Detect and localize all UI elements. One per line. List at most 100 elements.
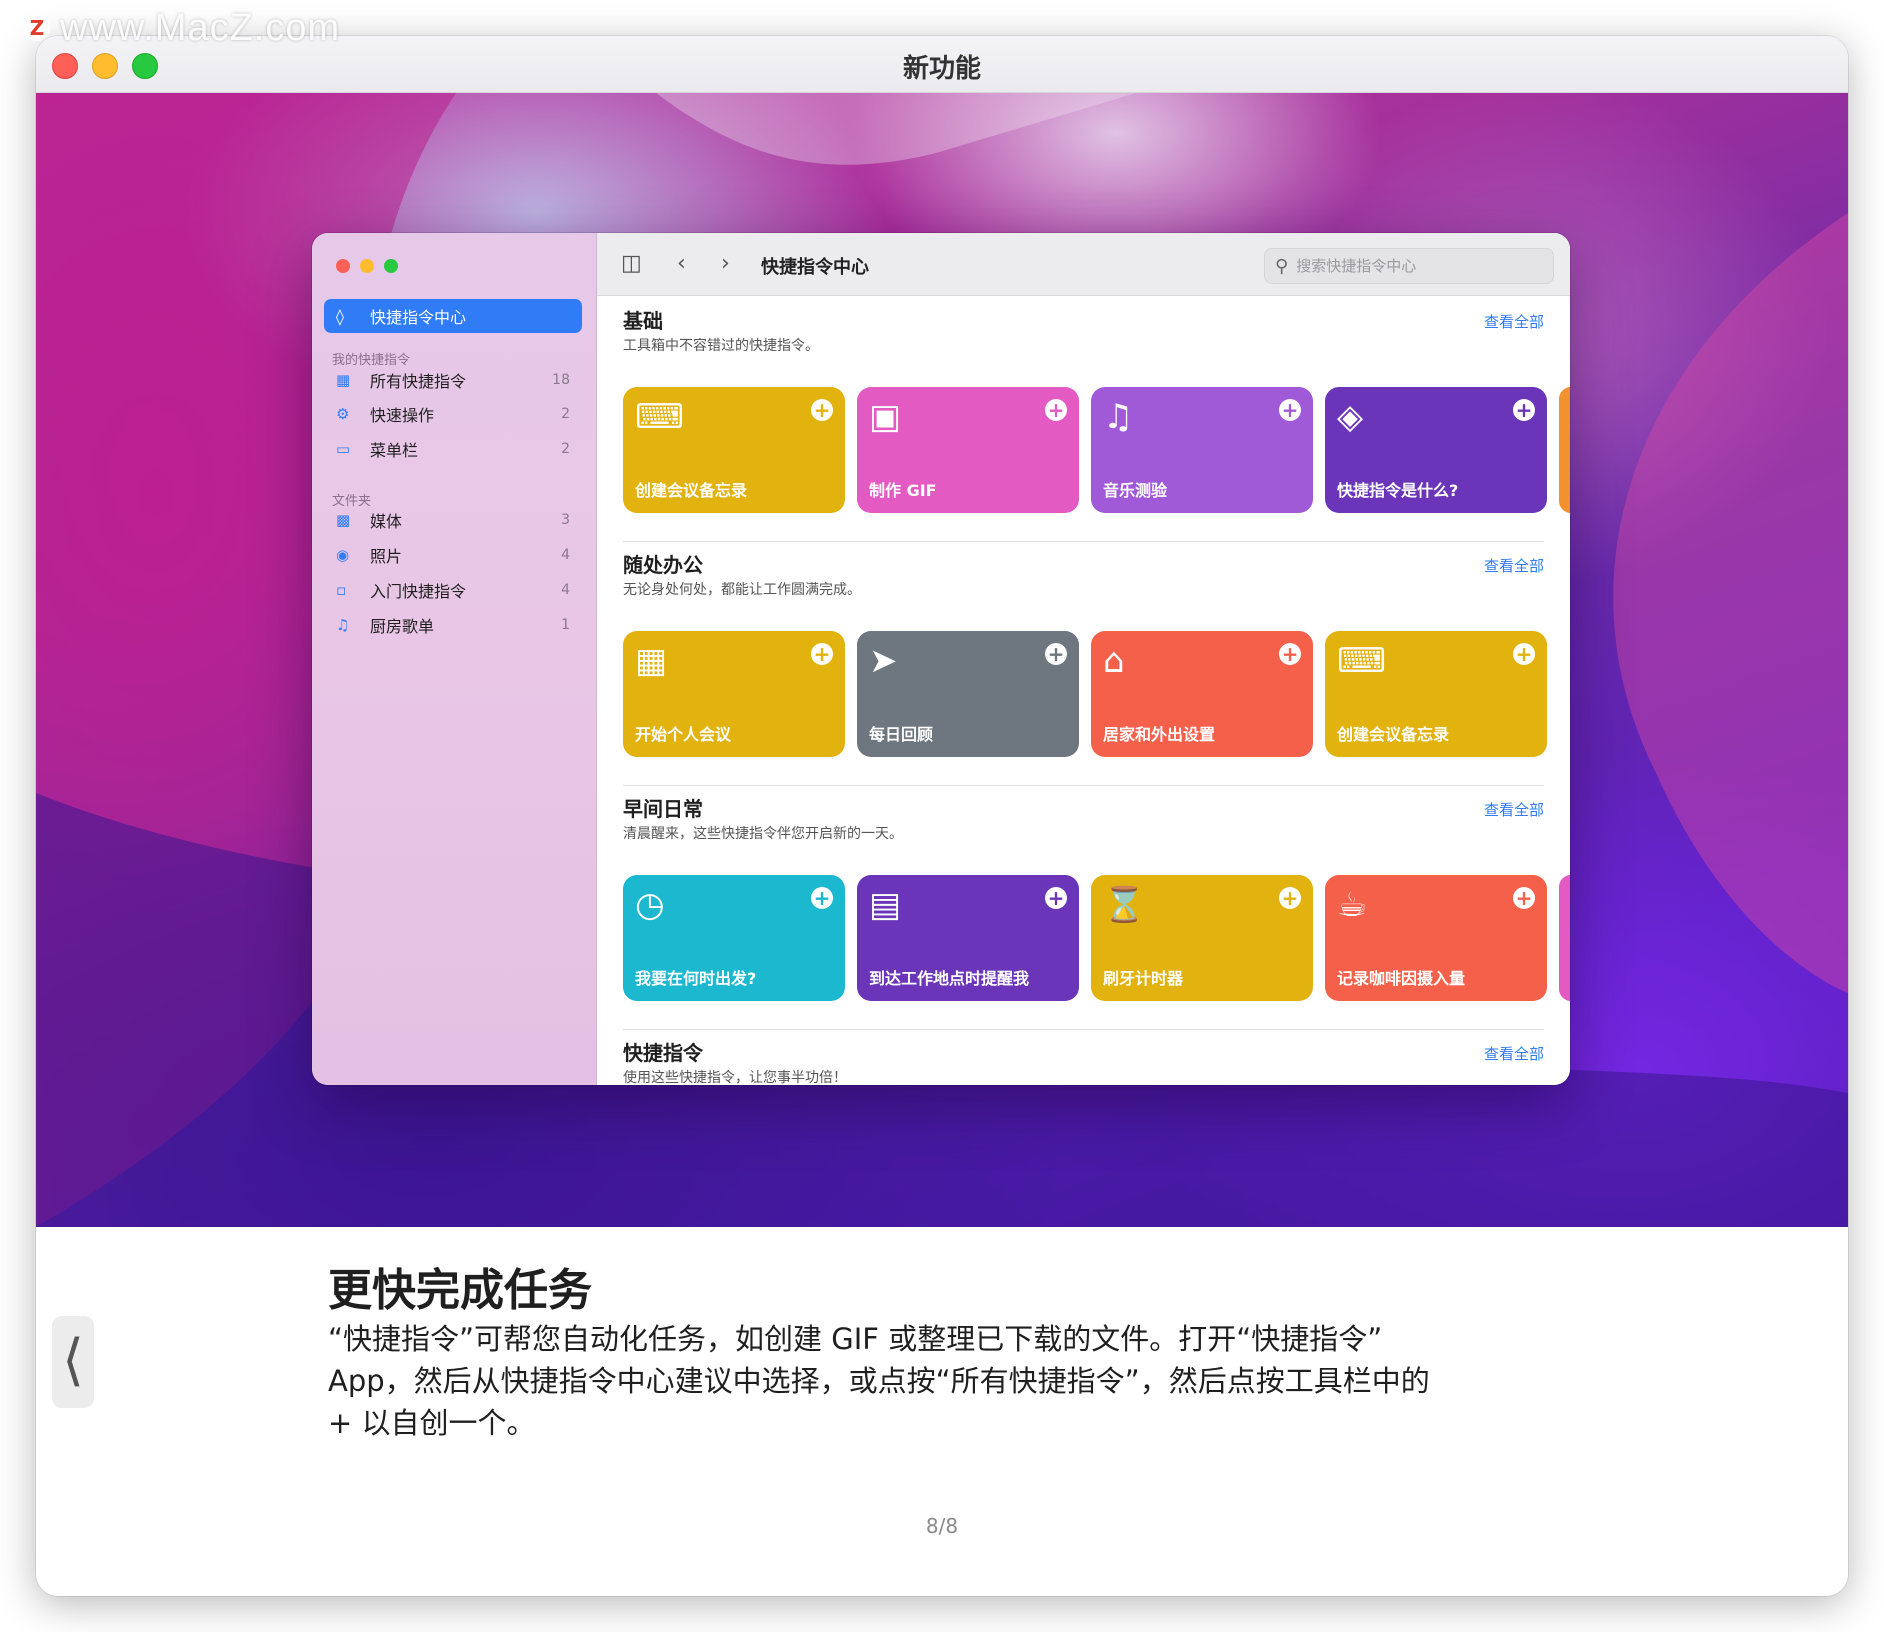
shortcut-card[interactable]: ▤ + 到达工作地点时提醒我: [857, 875, 1079, 1001]
sidebar-item-all-shortcuts[interactable]: ▦ 所有快捷指令 18: [324, 363, 582, 397]
sidebar-item-count: 3: [561, 512, 570, 528]
add-plus-icon[interactable]: +: [1513, 399, 1535, 421]
add-plus-icon[interactable]: +: [1513, 643, 1535, 665]
search-input[interactable]: [1294, 256, 1529, 276]
sidebar-toggle-icon[interactable]: ◫: [621, 251, 642, 276]
card-label: 刷牙计时器: [1103, 969, 1184, 988]
film-icon: ▩: [336, 511, 351, 529]
card-label: 制作 GIF: [869, 481, 937, 500]
layers-icon: ◈: [1337, 397, 1364, 437]
sidebar-item-label: 厨房歌单: [370, 617, 435, 636]
chevron-left-icon: ⟨: [62, 1328, 84, 1393]
shortcut-card[interactable]: ⌨ + 创建会议备忘录: [623, 387, 845, 513]
shortcut-card[interactable]: ▣ + 制作 GIF: [857, 387, 1079, 513]
coffee-cup-icon: ☕: [1337, 885, 1368, 925]
add-plus-icon[interactable]: +: [1045, 887, 1067, 909]
shortcut-card[interactable]: ▦ + 开始个人会议: [623, 631, 845, 757]
add-plus-icon[interactable]: +: [811, 643, 833, 665]
sidebar-item-menu-bar[interactable]: ▭ 菜单栏 2: [324, 432, 582, 466]
photos-icon: ▣: [869, 397, 902, 437]
sidebar-item-starter-shortcuts[interactable]: ▫ 入门快捷指令 4: [324, 573, 582, 607]
app-minimize-button[interactable]: [360, 259, 374, 273]
grid-icon: ▦: [336, 371, 351, 389]
shortcut-card[interactable]: ◈ + 快捷指令是什么?: [1325, 387, 1547, 513]
sidebar-item-gallery[interactable]: ◊ 快捷指令中心: [324, 299, 582, 333]
card-label: 创建会议备忘录: [1337, 725, 1450, 744]
section-title: 快捷指令: [623, 1041, 703, 1065]
sidebar-item-photos[interactable]: ◉ 照片 4: [324, 538, 582, 572]
forward-chevron-icon[interactable]: ›: [721, 251, 730, 276]
sidebar-item-count: 4: [561, 547, 570, 563]
add-plus-icon[interactable]: +: [1045, 399, 1067, 421]
see-all-link[interactable]: 查看全部: [1484, 311, 1544, 332]
sidebar-item-count: 2: [561, 406, 570, 422]
home-icon: ⌂: [1103, 641, 1125, 681]
card-label: 居家和外出设置: [1103, 725, 1216, 744]
see-all-link[interactable]: 查看全部: [1484, 555, 1544, 576]
card-label: 创建会议备忘录: [635, 481, 748, 500]
sidebar-item-count: 4: [561, 582, 570, 598]
watermark: Z www.MacZ.com: [24, 6, 340, 50]
gear-icon: ⚙: [336, 405, 350, 423]
add-plus-icon[interactable]: +: [1279, 643, 1301, 665]
shortcut-card[interactable]: ◷ + 我要在何时出发?: [623, 875, 845, 1001]
briefcase-icon: ▤: [869, 885, 902, 925]
music-note-icon: ♫: [1103, 397, 1134, 437]
sidebar-item-label: 菜单栏: [370, 441, 419, 460]
section-subtitle: 工具箱中不容错过的快捷指令。: [623, 338, 819, 354]
see-all-link[interactable]: 查看全部: [1484, 1043, 1544, 1064]
shortcut-card-peek[interactable]: [1559, 387, 1570, 513]
feature-description: “快捷指令”可帮您自动化任务，如创建 GIF 或整理已下载的文件。打开“快捷指令…: [328, 1318, 1528, 1444]
add-plus-icon[interactable]: +: [811, 887, 833, 909]
shortcut-card[interactable]: ⌂ + 居家和外出设置: [1091, 631, 1313, 757]
shortcut-card[interactable]: ⌛ + 刷牙计时器: [1091, 875, 1313, 1001]
sidebar-item-label: 快速操作: [370, 406, 435, 425]
app-zoom-button[interactable]: [384, 259, 398, 273]
calendar-icon: ▦: [635, 641, 668, 681]
section-subtitle: 使用这些快捷指令，让您事半功倍！: [623, 1070, 847, 1085]
add-plus-icon[interactable]: +: [1513, 887, 1535, 909]
sidebar-item-media[interactable]: ▩ 媒体 3: [324, 503, 582, 537]
sidebar-item-label: 入门快捷指令: [370, 582, 467, 601]
shortcut-card[interactable]: ☕ + 记录咖啡因摄入量: [1325, 875, 1547, 1001]
card-label: 到达工作地点时提醒我: [869, 969, 1030, 988]
previous-page-button[interactable]: ⟨: [52, 1316, 94, 1408]
window-title: 新功能: [902, 54, 981, 84]
back-chevron-icon[interactable]: ‹: [677, 251, 686, 276]
card-label: 快捷指令是什么?: [1337, 481, 1459, 500]
watermark-logo: Z: [24, 15, 50, 41]
hero-wallpaper: ◊ 快捷指令中心 我的快捷指令 ▦ 所有快捷指令 18 ⚙ 快速操作 2 ▭ 菜…: [36, 93, 1848, 1227]
add-plus-icon[interactable]: +: [811, 399, 833, 421]
toolbar-title: 快捷指令中心: [761, 257, 869, 278]
section-divider: [623, 785, 1544, 786]
add-plus-icon[interactable]: +: [1279, 399, 1301, 421]
shortcut-card[interactable]: ♫ + 音乐测验: [1091, 387, 1313, 513]
keyboard-icon: ⌨: [1337, 641, 1387, 681]
section-subtitle: 无论身处何处，都能让工作圆满完成。: [623, 582, 861, 598]
description-line: App，然后从快捷指令中心建议中选择，或点按“所有快捷指令”，然后点按工具栏中的: [328, 1364, 1430, 1398]
search-field[interactable]: ⚲: [1264, 248, 1554, 284]
add-plus-icon[interactable]: +: [1279, 887, 1301, 909]
app-close-button[interactable]: [336, 259, 350, 273]
camera-icon: ◉: [336, 546, 350, 564]
shortcut-card[interactable]: ⌨ + 创建会议备忘录: [1325, 631, 1547, 757]
section-work-anywhere: 随处办公 无论身处何处，都能让工作圆满完成。 查看全部 ▦ + 开始个人会议 ➤…: [623, 549, 1570, 793]
add-plus-icon[interactable]: +: [1045, 643, 1067, 665]
running-icon: ➤: [869, 641, 898, 681]
clock-icon: ◷: [635, 885, 665, 925]
toolbar: ◫ ‹ › 快捷指令中心 ⚲: [597, 233, 1570, 296]
see-all-link[interactable]: 查看全部: [1484, 799, 1544, 820]
watermark-text: www.MacZ.com: [60, 6, 341, 49]
card-label: 每日回顾: [869, 725, 934, 744]
section-basics: 基础 工具箱中不容错过的快捷指令。 查看全部 ⌨ + 创建会议备忘录 ▣ + 制…: [623, 305, 1570, 549]
shortcut-card-peek[interactable]: [1559, 875, 1570, 1001]
section-title: 早间日常: [623, 797, 703, 821]
gallery-main: ◫ ‹ › 快捷指令中心 ⚲ 基础 工具箱中不容错过的快捷指令。 查看全部 ⌨: [597, 233, 1570, 1085]
sidebar-item-label: 媒体: [370, 512, 403, 531]
sidebar-item-label: 照片: [370, 547, 403, 566]
shortcuts-app-window: ◊ 快捷指令中心 我的快捷指令 ▦ 所有快捷指令 18 ⚙ 快速操作 2 ▭ 菜…: [312, 233, 1570, 1085]
shortcut-card[interactable]: ➤ + 每日回顾: [857, 631, 1079, 757]
sidebar-item-quick-actions[interactable]: ⚙ 快速操作 2: [324, 397, 582, 431]
description-line: + 以自创一个。: [328, 1406, 536, 1440]
sidebar-item-kitchen-playlist[interactable]: ♫ 厨房歌单 1: [324, 608, 582, 642]
